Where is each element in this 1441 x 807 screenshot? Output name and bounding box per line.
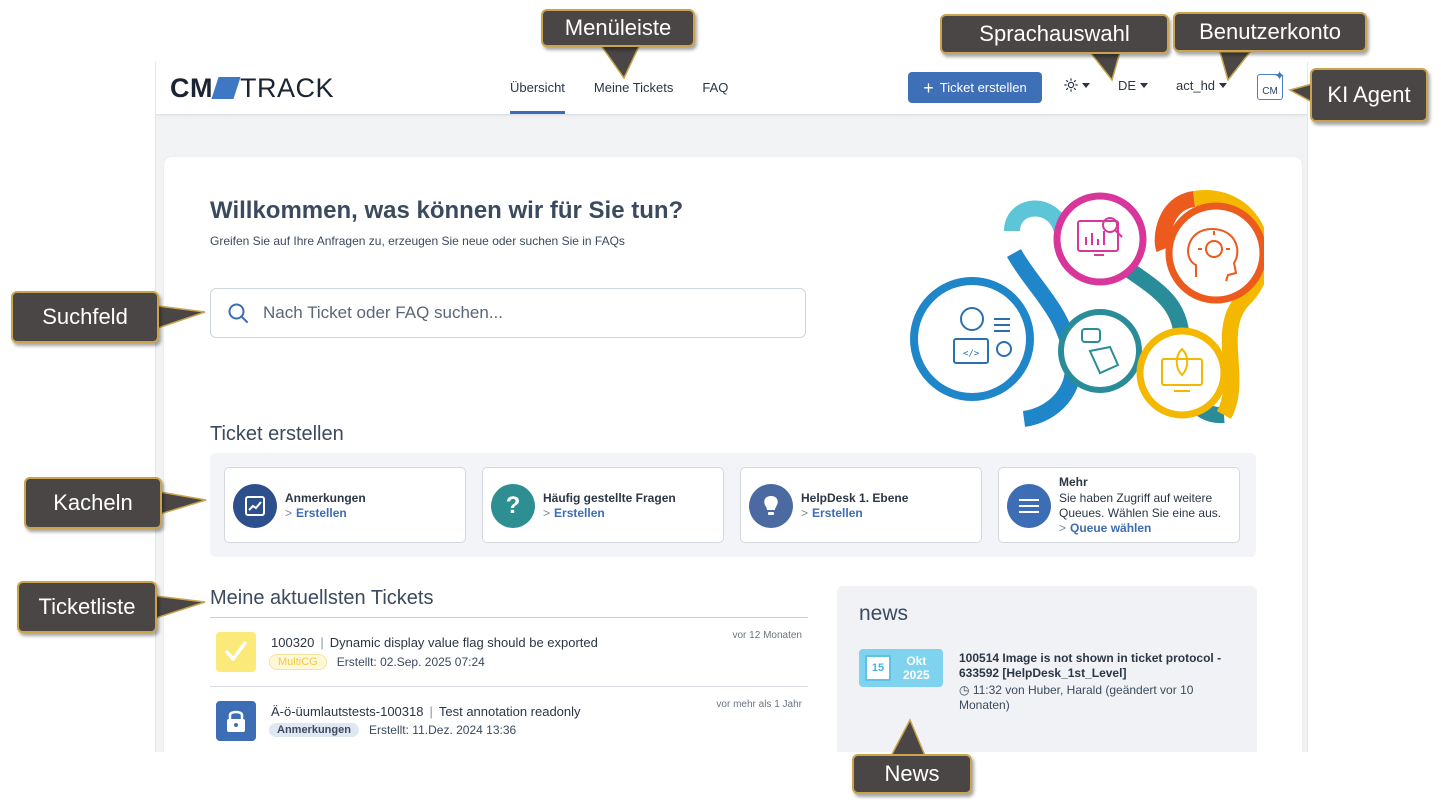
callout-pointers	[155, 43, 1313, 759]
callout-tiles: Kacheln	[24, 477, 162, 529]
callout-language: Sprachauswahl	[940, 14, 1169, 54]
callout-search: Suchfeld	[11, 291, 159, 343]
callout-account: Benutzerkonto	[1173, 12, 1367, 52]
callout-tickets: Ticketliste	[17, 581, 157, 633]
callout-news: News	[852, 754, 972, 794]
callout-menu: Menüleiste	[541, 9, 695, 47]
callout-ki-agent: KI Agent	[1310, 68, 1428, 122]
